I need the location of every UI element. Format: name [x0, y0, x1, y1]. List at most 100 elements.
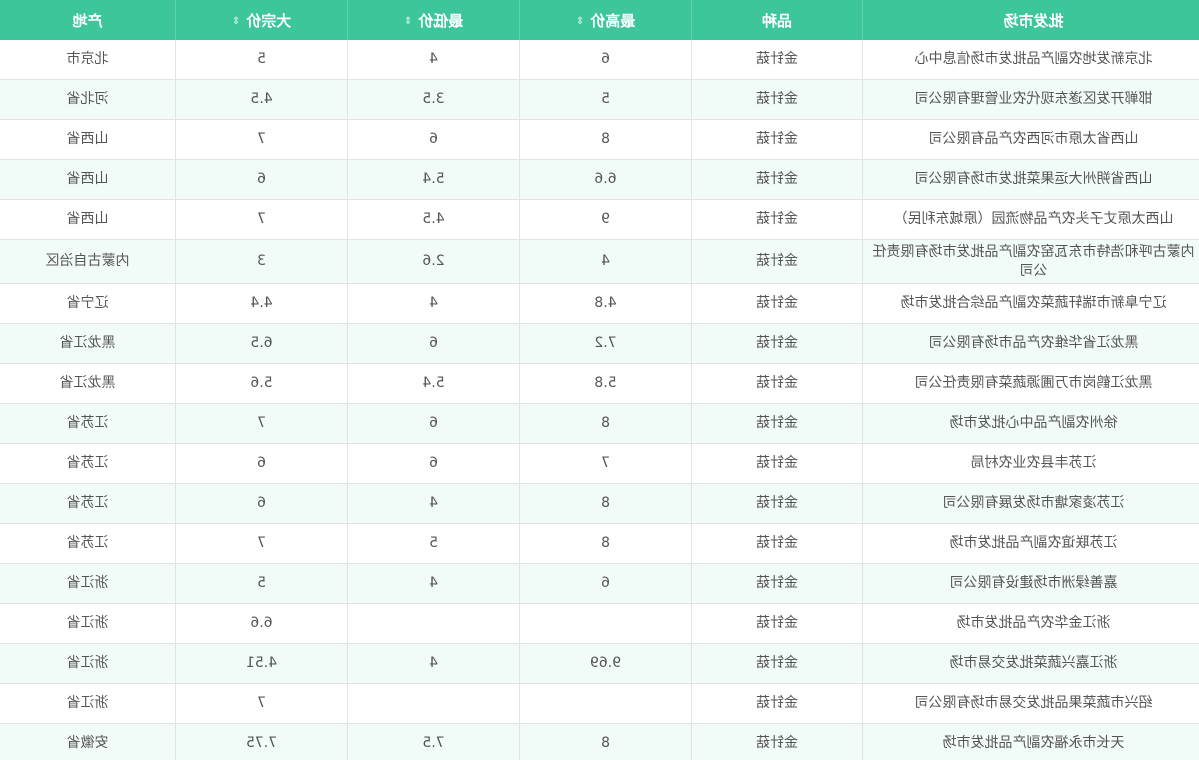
- cell-low-price: 5.4: [347, 363, 520, 404]
- cell-high-price: [519, 683, 692, 724]
- column-header-high-price[interactable]: 最高价 ⇕: [519, 0, 692, 40]
- table-row: 浙江金华农产品批发市场 金针菇 6.6 浙江省: [0, 603, 1199, 644]
- cell-bulk-price: 6.6: [175, 603, 348, 644]
- cell-bulk-price: 4.4: [175, 283, 348, 324]
- sort-icon[interactable]: ⇕: [232, 16, 240, 27]
- column-header-label: 最高价: [590, 11, 636, 30]
- cell-market: 辽宁阜新市瑞轩蔬菜农副产品综合批发市场: [862, 283, 1199, 324]
- cell-low-price: 4: [347, 283, 520, 324]
- column-header-label: 品种: [762, 11, 793, 30]
- cell-market: 北京新发地农副产品批发市场信息中心: [862, 40, 1199, 80]
- cell-high-price: 7: [519, 443, 692, 484]
- cell-variety: 金针菇: [691, 283, 863, 324]
- cell-high-price: 9: [519, 199, 692, 240]
- cell-origin: 山西省: [0, 199, 176, 240]
- cell-low-price: 6: [347, 119, 520, 160]
- cell-variety: 金针菇: [691, 239, 863, 284]
- cell-bulk-price: 6: [175, 443, 348, 484]
- cell-origin: 黑龙江省: [0, 363, 176, 404]
- cell-origin: 浙江省: [0, 563, 176, 604]
- table-row: 山西省太原市河西农产品有限公司 金针菇 8 6 7 山西省: [0, 119, 1199, 160]
- table-row: 江苏凌家塘市场发展有限公司 金针菇 8 4 6 江苏省: [0, 483, 1199, 524]
- table-row: 绍兴市蔬菜果品批发交易市场有限公司 金针菇 7 浙江省: [0, 683, 1199, 724]
- column-header-low-price[interactable]: 最低价 ⇕: [347, 0, 520, 40]
- cell-variety: 金针菇: [691, 723, 863, 760]
- cell-market: 江苏丰县农业农村局: [862, 443, 1199, 484]
- cell-origin: 内蒙古自治区: [0, 239, 176, 284]
- cell-variety: 金针菇: [691, 643, 863, 684]
- cell-bulk-price: 5.6: [175, 363, 348, 404]
- cell-market: 徐州农副产品中心批发市场: [862, 403, 1199, 444]
- table-row: 天长市永福农副产品批发市场 金针菇 8 7.5 7.75 安徽省: [0, 723, 1199, 760]
- cell-low-price: 6: [347, 443, 520, 484]
- cell-bulk-price: 7: [175, 523, 348, 564]
- cell-bulk-price: 5: [175, 563, 348, 604]
- cell-market: 山西太原丈子头农产品物流园（原城东利民）: [862, 199, 1199, 240]
- cell-bulk-price: 4.5: [175, 79, 348, 120]
- cell-high-price: 6: [519, 40, 692, 80]
- column-header-variety: 品种: [691, 0, 863, 40]
- cell-low-price: 4: [347, 643, 520, 684]
- cell-origin: 北京市: [0, 40, 176, 80]
- cell-origin: 浙江省: [0, 683, 176, 724]
- table-row: 邯郸开发区遂东现代农业管理有限公司 金针菇 5 3.5 4.5 河北省: [0, 79, 1199, 120]
- table-row: 内蒙古呼和浩特市东瓦窑农副产品批发市场有限责任公司 金针菇 4 2.6 3 内蒙古自治区: [0, 239, 1199, 284]
- column-header-label: 产地: [72, 11, 103, 30]
- table-row: 黑龙江鹤岗市万圃源蔬菜有限责任公司 金针菇 5.8 5.4 5.6 黑龙江省: [0, 363, 1199, 404]
- cell-market: 邯郸开发区遂东现代农业管理有限公司: [862, 79, 1199, 120]
- table-row: 江苏联谊农副产品批发市场 金针菇 8 5 7 江苏省: [0, 523, 1199, 564]
- cell-high-price: 6.6: [519, 159, 692, 200]
- cell-variety: 金针菇: [691, 79, 863, 120]
- cell-low-price: 6: [347, 323, 520, 364]
- column-header-bulk-price[interactable]: 大宗价 ⇕: [175, 0, 348, 40]
- table-row: 辽宁阜新市瑞轩蔬菜农副产品综合批发市场 金针菇 4.8 4 4.4 辽宁省: [0, 283, 1199, 324]
- cell-low-price: 6: [347, 403, 520, 444]
- cell-market: 黑龙江鹤岗市万圃源蔬菜有限责任公司: [862, 363, 1199, 404]
- table-row: 北京新发地农副产品批发市场信息中心 金针菇 6 4 5 北京市: [0, 40, 1199, 80]
- sort-icon[interactable]: ⇕: [576, 16, 584, 27]
- cell-bulk-price: 6: [175, 159, 348, 200]
- cell-variety: 金针菇: [691, 523, 863, 564]
- table-row: 嘉善绿洲市场建设有限公司 金针菇 6 4 5 浙江省: [0, 563, 1199, 604]
- table-row: 徐州农副产品中心批发市场 金针菇 8 6 7 江苏省: [0, 403, 1199, 444]
- cell-market: 山西省朔州大运果菜批发市场有限公司: [862, 159, 1199, 200]
- cell-origin: 浙江省: [0, 643, 176, 684]
- cell-bulk-price: 7: [175, 683, 348, 724]
- header-row: 批发市场 品种 最高价 ⇕ 最低价 ⇕ 大宗价 ⇕ 产地: [0, 0, 1199, 40]
- cell-market: 黑龙江省华维农产品市场有限公司: [862, 323, 1199, 364]
- cell-high-price: 8: [519, 723, 692, 760]
- cell-market: 山西省太原市河西农产品有限公司: [862, 119, 1199, 160]
- cell-low-price: [347, 603, 520, 644]
- cell-variety: 金针菇: [691, 443, 863, 484]
- cell-market: 绍兴市蔬菜果品批发交易市场有限公司: [862, 683, 1199, 724]
- cell-market: 江苏凌家塘市场发展有限公司: [862, 483, 1199, 524]
- cell-origin: 山西省: [0, 119, 176, 160]
- cell-bulk-price: 7.75: [175, 723, 348, 760]
- price-table-container: 批发市场 品种 最高价 ⇕ 最低价 ⇕ 大宗价 ⇕ 产地 北京新发地农副产品批发市场信…: [0, 0, 1199, 760]
- cell-origin: 江苏省: [0, 443, 176, 484]
- table-body: 北京新发地农副产品批发市场信息中心 金针菇 6 4 5 北京市 邯郸开发区遂东现代农业管理…: [0, 40, 1199, 760]
- cell-bulk-price: 6: [175, 483, 348, 524]
- cell-origin: 江苏省: [0, 523, 176, 564]
- sort-icon[interactable]: ⇕: [404, 16, 412, 27]
- cell-bulk-price: 6.5: [175, 323, 348, 364]
- cell-variety: 金针菇: [691, 40, 863, 80]
- cell-origin: 安徽省: [0, 723, 176, 760]
- cell-low-price: 5.4: [347, 159, 520, 200]
- column-header-label: 大宗价: [246, 11, 292, 30]
- cell-bulk-price: 7: [175, 119, 348, 160]
- table-header: 批发市场 品种 最高价 ⇕ 最低价 ⇕ 大宗价 ⇕ 产地: [0, 0, 1199, 40]
- cell-origin: 江苏省: [0, 483, 176, 524]
- cell-market: 内蒙古呼和浩特市东瓦窑农副产品批发市场有限责任公司: [862, 239, 1199, 284]
- cell-high-price: 4.8: [519, 283, 692, 324]
- cell-bulk-price: 7: [175, 199, 348, 240]
- column-header-label: 最低价: [418, 11, 464, 30]
- cell-market: 江苏联谊农副产品批发市场: [862, 523, 1199, 564]
- cell-high-price: 4: [519, 239, 692, 284]
- cell-market: 天长市永福农副产品批发市场: [862, 723, 1199, 760]
- cell-origin: 辽宁省: [0, 283, 176, 324]
- price-table: 批发市场 品种 最高价 ⇕ 最低价 ⇕ 大宗价 ⇕ 产地 北京新发地农副产品批发市场信…: [0, 0, 1199, 760]
- cell-low-price: 4: [347, 40, 520, 80]
- cell-low-price: 5: [347, 523, 520, 564]
- table-row: 山西省朔州大运果菜批发市场有限公司 金针菇 6.6 5.4 6 山西省: [0, 159, 1199, 200]
